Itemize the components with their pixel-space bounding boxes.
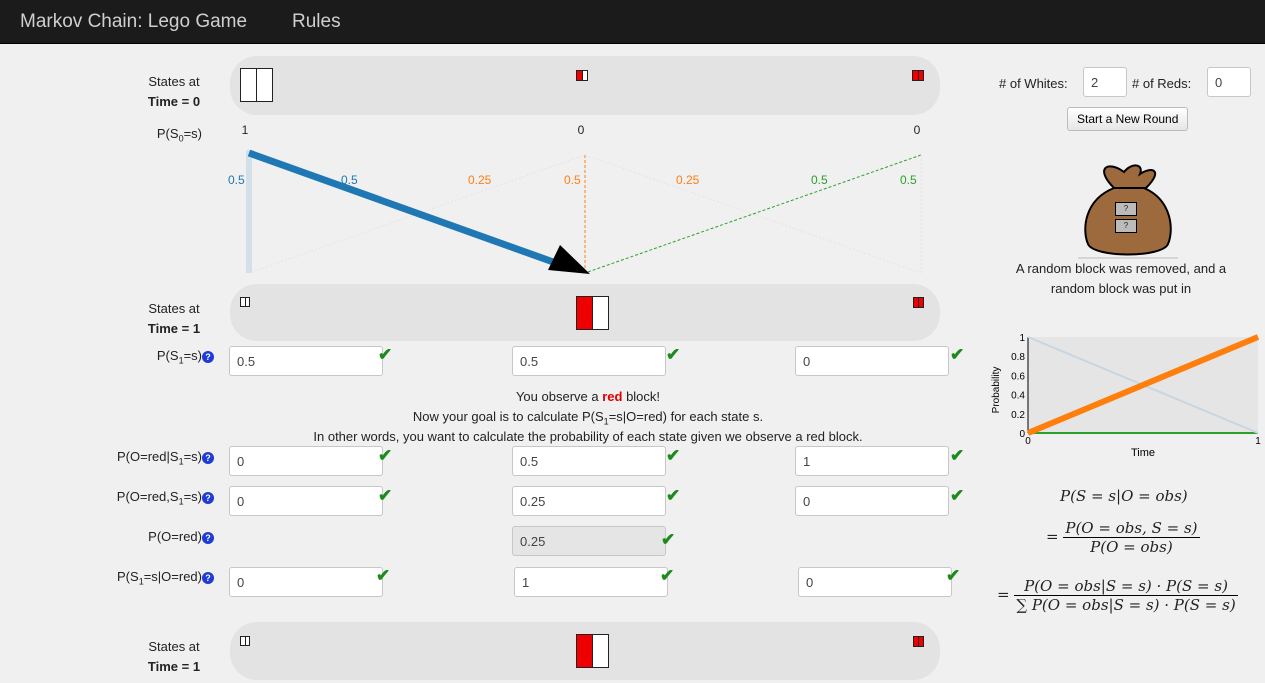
state-block-2red-small[interactable] [913,297,924,308]
joint-label: P(O=red,S1=s) [116,489,202,507]
likelihood-label: P(O=red|S1=s) [117,449,202,467]
check-icon: ✔ [378,345,393,364]
observation-line1: You observe a red block! [515,389,661,404]
help-icon-evidence[interactable]: ? [202,532,214,544]
likelihood-input-state3[interactable] [795,446,949,476]
check-icon: ✔ [950,446,965,465]
formula-bayes-joint: = P(O = obs, S = s) P(O = obs) [1046,519,1200,556]
transition-prob-label-5: 0.25 [676,173,700,187]
check-icon: ✔ [666,486,681,505]
chart-ytick-label: 1 [1019,333,1025,344]
prob-time1-input-state3[interactable] [795,346,949,376]
check-icon: ✔ [950,486,965,505]
reds-label: # of Reds: [1132,76,1192,91]
check-icon: ✔ [950,345,965,364]
prob-time1-input-state2[interactable] [512,346,666,376]
joint-input-state1[interactable] [229,486,383,516]
states-at-text: States at [148,301,200,316]
posterior-label: P(S1=s|O=red) [117,569,202,587]
chart-ytick-label: 0.2 [1011,410,1025,421]
chart-ytick-label: 0.8 [1011,352,1025,363]
states-at-text: States at [148,639,200,654]
transition-prob-label-7: 0.5 [900,173,917,187]
formula-posterior: P(S = s|O = obs) [1060,487,1188,505]
chart-ylabel: Probability [991,367,1002,414]
bag-slot-2: ? [1115,219,1137,233]
state-block-red-white-large[interactable] [576,296,609,330]
transition-prob-label-4: 0.5 [564,173,581,187]
posterior-input-state3[interactable] [798,567,952,597]
states-at-time1-label: States at Time = 1 [129,299,219,339]
chart-xtick-label: 0 [1025,436,1031,447]
chart-ytick-label: 0.4 [1011,391,1025,402]
evidence-input [512,526,666,556]
likelihood-input-state1[interactable] [229,446,383,476]
state-block-2white-small[interactable] [240,297,250,307]
check-icon: ✔ [376,566,391,585]
time1-text: Time = 1 [147,321,201,336]
chart-xlabel: Time [1131,447,1155,459]
prob-label-time1: P(S1=s) [156,348,202,366]
probability-chart: Probability Time 00.20.40.60.81 01 [991,333,1261,459]
transition-prob-label-3: 0.25 [468,173,492,187]
chosen-transition-arrow [247,149,558,267]
help-icon-likelihood[interactable]: ? [202,452,214,464]
posterior-input-state1[interactable] [229,567,383,597]
transition-prob-label-1: 0.5 [228,173,245,187]
observed-color-red: red [602,389,623,404]
time1-text: Time = 1 [147,659,201,674]
posterior-input-state2[interactable] [514,567,668,597]
state-block-red-white-large[interactable] [576,634,609,668]
help-icon-joint[interactable]: ? [202,492,214,504]
observation-line3: In other words, you want to calculate th… [313,429,863,444]
bag-slot-1: ? [1115,202,1137,216]
observation-line2: Now your goal is to calculate P(S1=s|O=r… [412,409,764,427]
transition-prob-label-2: 0.5 [341,173,358,187]
help-icon-prob-time1[interactable]: ? [202,351,214,363]
help-icon-posterior[interactable]: ? [202,572,214,584]
check-icon: ✔ [946,566,961,585]
whites-label: # of Whites: [999,76,1068,91]
formula-bayes-full: = P(O = obs|S = s) · P(S = s) ∑ P(O = obs… [997,577,1238,614]
bag-caption: A random block was removed, and a random… [1015,261,1227,296]
reds-count-input[interactable] [1207,67,1251,97]
start-new-round-button[interactable]: Start a New Round [1067,107,1189,131]
prob-time1-input-state1[interactable] [229,346,383,376]
chart-xtick-label: 1 [1255,436,1261,447]
check-icon: ✔ [378,446,393,465]
check-icon: ✔ [666,446,681,465]
check-icon: ✔ [661,530,676,549]
state-block-2red-small[interactable] [913,636,924,647]
evidence-label: P(O=red) [148,529,202,544]
state-block-2white-small[interactable] [240,636,250,646]
states-at-time1-bottom-label: States at Time = 1 [129,637,219,677]
transition-prob-label-6: 0.5 [811,173,828,187]
check-icon: ✔ [378,486,393,505]
check-icon: ✔ [666,345,681,364]
check-icon: ✔ [660,566,675,585]
chart-ytick-label: 0.6 [1011,371,1025,382]
arrowhead [548,245,590,274]
likelihood-input-state2[interactable] [512,446,666,476]
joint-input-state3[interactable] [795,486,949,516]
joint-input-state2[interactable] [512,486,666,516]
whites-count-input[interactable] [1083,67,1127,97]
